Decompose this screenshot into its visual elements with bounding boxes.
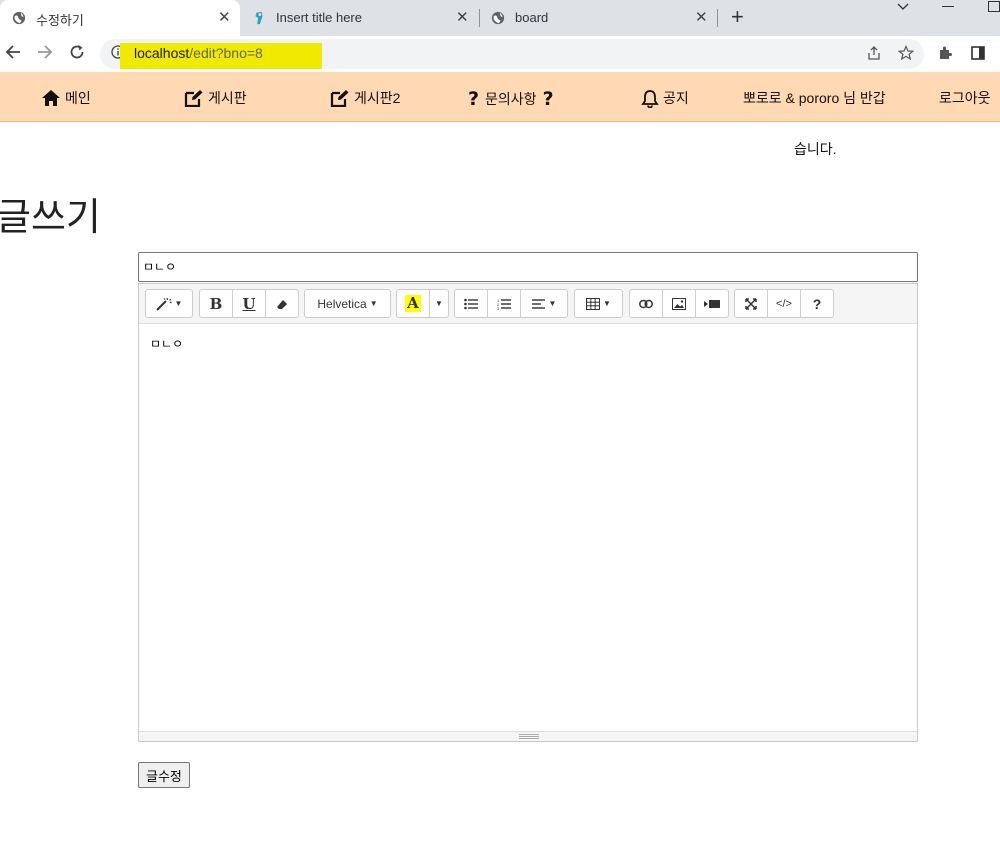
edit-icon [330,90,349,107]
paragraph-align-button[interactable]: ▼ [520,289,568,318]
globe-icon [491,11,505,25]
caret-down-icon: ▼ [174,299,183,308]
title-input[interactable]: ㅁㄴㅇ [138,252,918,282]
extensions-icon[interactable] [937,45,953,65]
bell-icon [641,89,659,108]
bold-button[interactable]: B [199,289,233,318]
underline-button[interactable]: U [232,289,266,318]
url-path: /edit?bno=8 [189,45,263,61]
magic-wand-icon [155,297,172,311]
reload-icon[interactable] [69,44,85,64]
home-icon [42,90,60,106]
tab-edit[interactable]: 수정하기 ✕ [0,0,240,36]
table-button[interactable]: ▼ [574,289,623,318]
font-family-dropdown[interactable]: Helvetica ▼ [304,289,391,318]
editor-resize-handle[interactable] [139,731,917,741]
text-color-button[interactable]: A [396,289,430,318]
video-button[interactable] [695,289,729,318]
svg-text:3: 3 [497,306,500,310]
nav-board2[interactable]: 게시판2 [330,88,400,108]
page-title: 글쓰기 [0,197,101,239]
close-tab-icon[interactable]: ✕ [695,9,708,27]
picture-icon [672,297,686,310]
style-button[interactable]: ▼ [145,289,193,318]
globe-icon [12,11,26,25]
tab-title: 수정하기 [36,13,84,28]
caret-down-icon: ▼ [369,299,378,308]
code-view-button[interactable]: </> [767,289,801,318]
bullet-list-button[interactable] [454,289,488,318]
side-panel-icon[interactable] [970,45,986,65]
rich-text-editor: ▼ B U Helvetica ▼ A ▼ 1 2 3 ▼ ▼ </> ? ㅁㄴ… [138,283,918,742]
nav-logout[interactable]: 로그아웃 [939,88,991,108]
url-text[interactable]: localhost/edit?bno=8 [134,45,263,61]
greeting-text: 뽀로로 & pororo 님 반갑 [743,90,886,106]
tab-separator [717,9,718,27]
nav-main-label: 메인 [65,90,91,106]
close-tab-icon[interactable]: ✕ [456,9,469,27]
tab-strip: 수정하기 ✕ Insert title here ✕ board ✕ + [0,0,1000,36]
text-color-dropdown[interactable]: ▼ [429,289,449,318]
nav-board2-label: 게시판2 [354,90,401,106]
edit-submit-button[interactable]: 글수정 [138,762,190,788]
link-icon [639,299,653,308]
question-icon: ? [468,88,480,110]
nav-board[interactable]: 게시판 [184,88,247,108]
eraser-icon [277,299,287,309]
table-icon [586,297,601,310]
nav-notice[interactable]: 공지 [641,88,689,108]
link-button[interactable] [629,289,663,318]
tab-insert-title[interactable]: Insert title here ✕ [240,0,478,36]
forward-icon[interactable] [37,44,53,64]
help-button[interactable]: ? [800,289,834,318]
greeting-text-wrap: 습니다. [794,141,837,157]
color-a-icon: A [405,294,421,312]
expand-icon [745,297,757,310]
editor-toolbar: ▼ B U Helvetica ▼ A ▼ 1 2 3 ▼ ▼ </> ? [139,284,917,324]
url-host: localhost [134,45,190,61]
caret-down-icon: ▼ [548,299,557,308]
numbered-list-button[interactable]: 123 [487,289,521,318]
tab-search-icon[interactable] [896,0,910,17]
video-icon [704,299,720,308]
close-tab-icon[interactable]: ✕ [218,9,231,27]
back-icon[interactable] [5,44,21,64]
unordered-list-icon [464,298,478,309]
align-left-icon [531,298,545,309]
bookmark-star-icon[interactable] [897,45,915,65]
nav-inquiry[interactable]: ? 문의사항 ? [462,88,560,110]
caret-down-icon: ▼ [603,299,611,308]
tab-board[interactable]: board ✕ [479,0,717,36]
nav-board-label: 게시판 [208,90,247,106]
tab-title: Insert title here [276,10,362,25]
minimize-icon[interactable] [942,6,954,7]
ordered-list-icon: 123 [497,298,511,310]
new-tab-icon[interactable]: + [731,6,744,28]
picture-button[interactable] [662,289,696,318]
tab-title: board [515,10,549,25]
nav-inquiry-label: 문의사항 [485,91,537,107]
clear-format-button[interactable] [265,289,299,318]
app-favicon-icon [255,11,263,25]
share-icon[interactable] [866,45,882,65]
edit-icon [184,90,203,107]
question-icon: ? [542,88,554,110]
caret-down-icon: ▼ [435,299,443,308]
fullscreen-button[interactable] [734,289,768,318]
font-family-label: Helvetica [317,296,367,311]
editor-content-area[interactable]: ㅁㄴㅇ [139,325,917,731]
maximize-icon[interactable] [988,1,1000,12]
nav-notice-label: 공지 [663,90,689,106]
nav-main[interactable]: 메인 [41,88,91,108]
resize-grip-icon [519,734,539,739]
